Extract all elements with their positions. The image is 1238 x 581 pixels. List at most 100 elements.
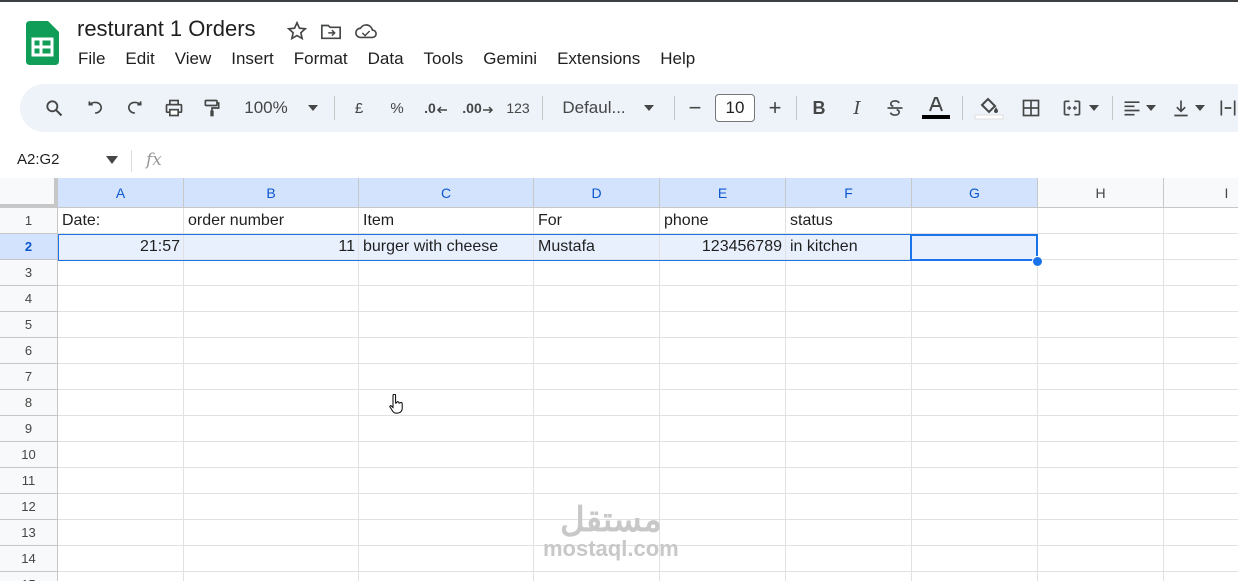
row-header-5[interactable]: 5: [0, 312, 58, 338]
increase-decimal-label: .00: [462, 100, 482, 116]
name-box-dropdown-icon[interactable]: [106, 156, 118, 164]
row-header-8[interactable]: 8: [0, 390, 58, 416]
cell-c1[interactable]: Item: [359, 208, 534, 234]
menu-data[interactable]: Data: [358, 47, 414, 71]
toolbar-divider: [542, 96, 543, 120]
row-gridline: [58, 363, 1238, 364]
menu-gemini[interactable]: Gemini: [473, 47, 547, 71]
row-gridline: [58, 441, 1238, 442]
search-menus-icon[interactable]: [34, 84, 74, 132]
fill-handle[interactable]: [1032, 256, 1043, 267]
decrease-decimal-button[interactable]: .0: [418, 84, 454, 132]
formula-bar-divider: [131, 150, 132, 172]
row-gridline: [58, 285, 1238, 286]
formula-fx-icon: fx: [146, 150, 162, 170]
row-header-1[interactable]: 1: [0, 208, 58, 234]
row-header-11[interactable]: 11: [0, 468, 58, 494]
column-header-i[interactable]: I: [1164, 178, 1238, 208]
italic-icon[interactable]: I: [840, 84, 874, 132]
horizontal-align-icon[interactable]: [1118, 84, 1160, 132]
cell-d1[interactable]: For: [534, 208, 660, 234]
bold-icon[interactable]: B: [802, 84, 836, 132]
row-header-3[interactable]: 3: [0, 260, 58, 286]
font-size-input[interactable]: 10: [714, 84, 756, 132]
toolbar-divider: [674, 96, 675, 120]
row-header-15[interactable]: 15: [0, 572, 58, 581]
chevron-down-icon: [1195, 105, 1205, 111]
menu-tools[interactable]: Tools: [414, 47, 474, 71]
select-all-corner[interactable]: [0, 178, 58, 208]
chevron-down-icon: [1146, 105, 1156, 111]
window-top-edge: [0, 0, 1238, 2]
cell-e1[interactable]: phone: [660, 208, 786, 234]
star-icon[interactable]: [286, 20, 308, 42]
font-select[interactable]: Defaul...: [552, 84, 664, 132]
column-header-c[interactable]: C: [359, 178, 534, 208]
print-icon[interactable]: [156, 84, 192, 132]
column-header-b[interactable]: B: [184, 178, 359, 208]
chevron-down-icon: [643, 105, 654, 111]
menu-insert[interactable]: Insert: [221, 47, 284, 71]
move-folder-icon[interactable]: [320, 20, 342, 42]
fill-color-icon[interactable]: [970, 84, 1008, 132]
mostaql-watermark: مستقل mostaql.com: [543, 500, 679, 562]
row-header-7[interactable]: 7: [0, 364, 58, 390]
row-gridline: [58, 311, 1238, 312]
column-gridline: [183, 208, 184, 581]
menu-bar: File Edit View Insert Format Data Tools …: [68, 47, 705, 71]
row-header-10[interactable]: 10: [0, 442, 58, 468]
increase-decimal-button[interactable]: .00: [458, 84, 498, 132]
percent-button[interactable]: %: [380, 84, 414, 132]
currency-button[interactable]: £: [342, 84, 376, 132]
active-cell-g2[interactable]: [910, 234, 1038, 261]
menu-file[interactable]: File: [68, 47, 115, 71]
column-header-h[interactable]: H: [1038, 178, 1164, 208]
row-header-4[interactable]: 4: [0, 286, 58, 312]
text-color-icon[interactable]: [918, 84, 954, 132]
column-header-g[interactable]: G: [912, 178, 1038, 208]
text-wrapping-icon[interactable]: [1216, 84, 1238, 132]
zoom-value: 100%: [244, 98, 288, 117]
column-gridline: [911, 208, 912, 581]
menu-format[interactable]: Format: [284, 47, 358, 71]
strikethrough-icon[interactable]: [878, 84, 912, 132]
cell-a1[interactable]: Date:: [58, 208, 184, 234]
row-header-13[interactable]: 13: [0, 520, 58, 546]
font-size-value: 10: [715, 94, 755, 122]
menu-edit[interactable]: Edit: [115, 47, 164, 71]
undo-icon[interactable]: [78, 84, 114, 132]
menu-help[interactable]: Help: [650, 47, 705, 71]
menu-view[interactable]: View: [165, 47, 222, 71]
vertical-align-icon[interactable]: [1166, 84, 1210, 132]
row-header-2[interactable]: 2: [0, 234, 58, 260]
selection-range-border: [58, 234, 1038, 261]
cell-f1[interactable]: status: [786, 208, 912, 234]
toolbar: 100% £ % .0 .00 123 Defaul... − 10 + B I: [20, 84, 1238, 132]
column-header-d[interactable]: D: [534, 178, 660, 208]
row-header-14[interactable]: 14: [0, 546, 58, 572]
cloud-status-icon[interactable]: [354, 20, 377, 42]
watermark-latin: mostaql.com: [543, 536, 679, 561]
name-box[interactable]: A2:G2: [17, 151, 60, 168]
font-size-increase-icon[interactable]: +: [760, 84, 790, 132]
more-formats-label: 123: [506, 100, 530, 116]
toolbar-divider: [334, 96, 335, 120]
column-header-a[interactable]: A: [58, 178, 184, 208]
cell-b1[interactable]: order number: [184, 208, 359, 234]
document-title[interactable]: resturant 1 Orders: [77, 16, 256, 42]
redo-icon[interactable]: [116, 84, 152, 132]
paint-format-icon[interactable]: [194, 84, 230, 132]
menu-extensions[interactable]: Extensions: [547, 47, 650, 71]
row-header-6[interactable]: 6: [0, 338, 58, 364]
more-formats-button[interactable]: 123: [500, 84, 536, 132]
borders-icon[interactable]: [1014, 84, 1048, 132]
column-header-e[interactable]: E: [660, 178, 786, 208]
font-size-decrease-icon[interactable]: −: [680, 84, 710, 132]
sheets-logo-icon[interactable]: [26, 21, 59, 65]
column-header-f[interactable]: F: [786, 178, 912, 208]
row-header-12[interactable]: 12: [0, 494, 58, 520]
row-header-9[interactable]: 9: [0, 416, 58, 442]
merge-cells-icon[interactable]: [1054, 84, 1106, 132]
zoom-select[interactable]: 100%: [236, 84, 326, 132]
hand-cursor-icon: [389, 394, 403, 414]
